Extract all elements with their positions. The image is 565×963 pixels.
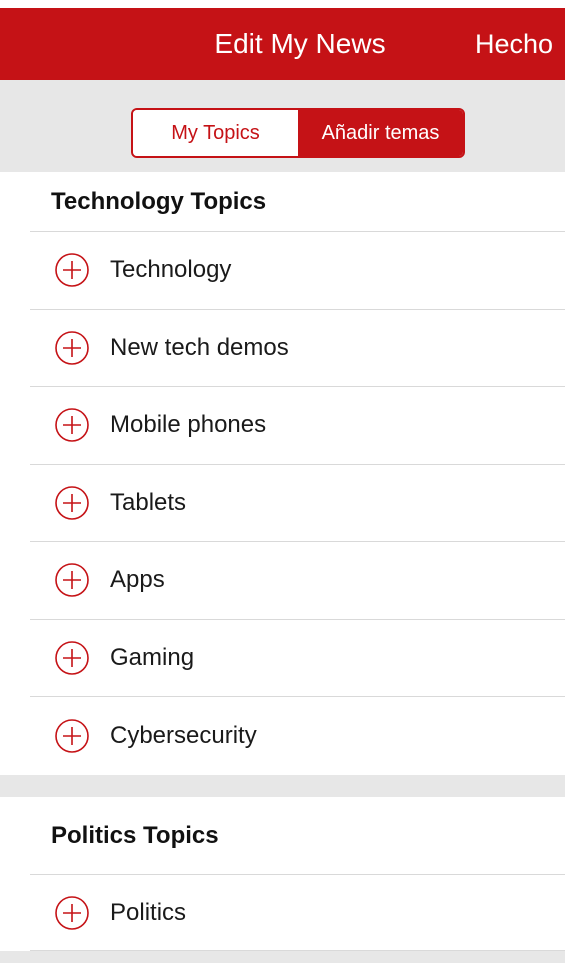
topic-label: Mobile phones (110, 411, 267, 439)
segment-bar: My Topics Añadir temas (0, 80, 565, 172)
topic-row-gaming[interactable]: Gaming (30, 620, 565, 697)
section-divider (0, 775, 565, 797)
topic-row-apps[interactable]: Apps (30, 542, 565, 620)
topic-label: Apps (110, 566, 165, 594)
plus-circle-icon[interactable] (54, 252, 90, 288)
plus-circle-icon[interactable] (54, 640, 90, 676)
done-button[interactable]: Hecho (475, 8, 553, 80)
topic-row-cybersecurity[interactable]: Cybersecurity (30, 697, 565, 775)
topic-label: New tech demos (110, 333, 289, 361)
plus-circle-icon[interactable] (54, 895, 90, 931)
edit-my-news-screen: Edit My News Hecho My Topics Añadir tema… (0, 0, 565, 963)
plus-circle-icon[interactable] (54, 562, 90, 598)
politics-topics-section: Politics Topics Politics (30, 797, 565, 951)
bottom-band (0, 951, 565, 963)
add-topics-segment[interactable]: Añadir temas (298, 110, 463, 156)
segmented-control: My Topics Añadir temas (131, 108, 465, 158)
topic-label: Tablets (110, 488, 187, 516)
nav-bar: Edit My News Hecho (0, 8, 565, 80)
plus-circle-icon[interactable] (54, 718, 90, 754)
plus-circle-icon[interactable] (54, 485, 90, 521)
topic-label: Gaming (110, 643, 195, 671)
section-header-politics: Politics Topics (30, 797, 565, 875)
my-topics-segment[interactable]: My Topics (133, 110, 298, 156)
topic-label: Cybersecurity (110, 721, 257, 749)
topic-row-politics[interactable]: Politics (30, 875, 565, 951)
topic-row-new-tech-demos[interactable]: New tech demos (30, 310, 565, 387)
topic-row-tablets[interactable]: Tablets (30, 465, 565, 542)
topic-label: Technology (110, 256, 232, 284)
topic-row-technology[interactable]: Technology (30, 232, 565, 310)
topic-label: Politics (110, 898, 187, 926)
plus-circle-icon[interactable] (54, 407, 90, 443)
plus-circle-icon[interactable] (54, 330, 90, 366)
technology-topics-section: Technology Topics Technology New tech de… (30, 172, 565, 775)
topic-row-mobile-phones[interactable]: Mobile phones (30, 387, 565, 465)
section-header-technology: Technology Topics (30, 172, 565, 232)
page-title: Edit My News (214, 28, 386, 59)
